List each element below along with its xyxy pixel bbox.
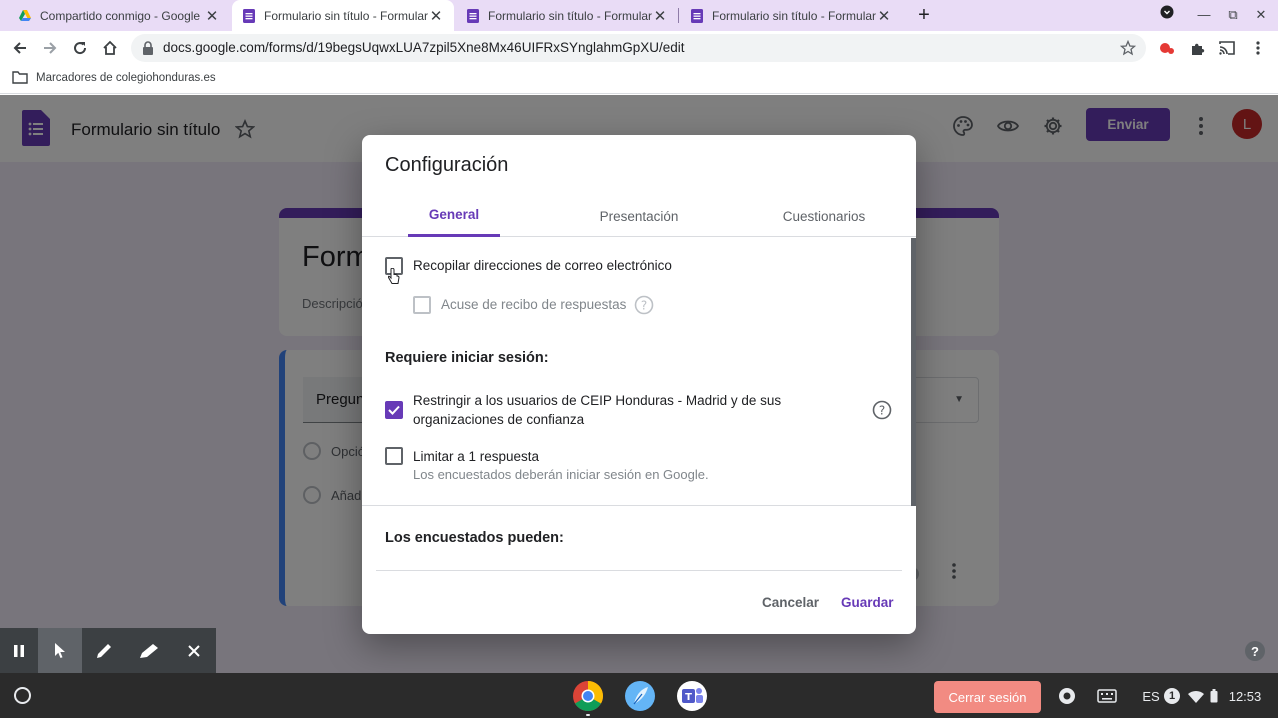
battery-icon[interactable] [1207,685,1221,707]
restore-icon[interactable]: ⧉ [1219,4,1247,26]
tab-form-active[interactable]: Formulario sin título - Formularios de G… [232,0,454,31]
pointer-tool-icon[interactable] [38,628,82,673]
clock[interactable]: 12:53 [1224,685,1266,707]
receipt-label: Acuse de recibo de respuestas [441,297,627,312]
tab-presentacion[interactable]: Presentación [582,195,696,237]
os-shelf: T Cerrar sesión ES 1 12:53 [0,673,1278,718]
save-button[interactable]: Guardar [841,595,894,610]
settings-dialog: Configuración General Presentación Cuest… [362,135,916,634]
notification-badge[interactable]: 1 [1164,685,1180,707]
close-icon[interactable]: ✕ [204,7,220,25]
limit-one-label: Limitar a 1 respuesta [413,449,540,464]
limit-one-checkbox[interactable] [385,447,403,465]
teams-app-icon[interactable]: T [676,680,708,712]
tab-form-3[interactable]: Formulario sin título - Formularios de G… [680,0,902,31]
wifi-icon[interactable] [1186,685,1206,707]
browser-toolbar: docs.google.com/forms/d/19begsUqwxLUA7zp… [0,31,1278,65]
home-icon[interactable] [97,35,123,61]
dialog-title: Configuración [385,154,509,176]
notification-count: 1 [1164,688,1180,704]
keyboard-icon[interactable] [1095,685,1119,707]
close-icon[interactable]: ✕ [428,7,444,25]
close-icon[interactable]: ✕ [876,7,892,25]
tab-strip: Compartido conmigo - Google Drive ✕ Form… [0,0,1278,31]
bookmark-folder[interactable]: Marcadores de colegiohonduras.es [12,71,216,84]
tab-general[interactable]: General [408,195,500,237]
restrict-users-label-line2: organizaciones de confianza [413,412,585,427]
assistant-icon[interactable] [1055,685,1079,707]
hand-cursor-icon [388,268,400,284]
divider [362,505,916,506]
dialog-actions: Cancelar Guardar [362,575,916,634]
actions-divider [376,570,902,571]
svg-text:?: ? [879,404,885,418]
forms-icon [691,8,703,23]
pen-tool-icon[interactable] [82,628,126,673]
minimize-icon[interactable]: — [1190,4,1218,26]
help-icon[interactable]: ? [872,400,892,420]
back-icon[interactable] [7,35,33,61]
pause-icon[interactable] [0,628,38,673]
dialog-content[interactable]: Recopilar direcciones de correo electrón… [362,238,916,573]
close-window-icon[interactable]: ✕ [1247,4,1275,26]
tab-form-2[interactable]: Formulario sin título - Formularios de G… [456,0,678,31]
restrict-users-checkbox[interactable] [385,401,403,419]
svg-text:T: T [685,692,692,703]
running-indicator [586,714,590,716]
tab-title: Formulario sin título - Formularios de G… [488,8,652,23]
address-bar[interactable]: docs.google.com/forms/d/19begsUqwxLUA7zp… [131,34,1146,62]
highlighter-tool-icon[interactable] [127,628,171,673]
folder-icon [12,71,28,84]
forms-icon [467,8,479,23]
bookmark-star-icon[interactable] [1120,40,1136,56]
close-annotation-icon[interactable] [172,628,216,673]
respondents-can-heading: Los encuestados pueden: [385,530,564,546]
cast-icon[interactable] [1218,39,1236,57]
logout-button[interactable]: Cerrar sesión [934,681,1041,713]
tab-title: Formulario sin título - Formularios de G… [712,8,876,23]
svg-text:?: ? [641,299,647,313]
ime-language[interactable]: ES [1140,685,1162,707]
dialog-tabs: General Presentación Cuestionarios [362,195,916,237]
annotation-toolbar [0,628,216,673]
new-tab-button[interactable]: + [913,3,935,27]
collect-emails-label: Recopilar direcciones de correo electrón… [413,258,672,273]
drive-icon [19,9,31,21]
cancel-button[interactable]: Cancelar [762,595,819,610]
page-help-icon[interactable]: ? [1245,641,1265,661]
tab-drive[interactable]: Compartido conmigo - Google Drive ✕ [8,0,230,31]
chrome-app-icon[interactable] [572,680,604,712]
bookmarks-bar: Marcadores de colegiohonduras.es [0,65,1278,94]
check-icon [388,405,400,415]
receipt-checkbox[interactable] [413,296,431,314]
extension-record-icon[interactable] [1158,39,1176,57]
restrict-users-label-line1: Restringir a los usuarios de CEIP Hondur… [413,393,782,408]
tab-cuestionarios[interactable]: Cuestionarios [767,195,881,237]
menu-kebab-icon[interactable] [1249,39,1267,57]
forward-icon[interactable] [37,35,63,61]
launcher-icon[interactable] [14,687,31,704]
tab-title: Formulario sin título - Formularios de G… [264,8,428,23]
requires-signin-heading: Requiere iniciar sesión: [385,350,549,366]
url-text: docs.google.com/forms/d/19begsUqwxLUA7zp… [163,40,685,55]
limit-one-sublabel: Los encuestados deberán iniciar sesión e… [413,467,709,482]
close-icon[interactable]: ✕ [652,7,668,25]
tab-search-icon[interactable] [1153,4,1181,26]
feather-app-icon[interactable] [624,680,656,712]
extensions-puzzle-icon[interactable] [1188,39,1206,57]
reload-icon[interactable] [67,35,93,61]
tab-separator [678,8,679,23]
help-icon[interactable]: ? [634,295,654,315]
bookmark-label: Marcadores de colegiohonduras.es [36,71,216,84]
lock-icon [143,41,153,55]
tab-title: Compartido conmigo - Google Drive [40,8,204,23]
forms-icon [243,8,255,23]
